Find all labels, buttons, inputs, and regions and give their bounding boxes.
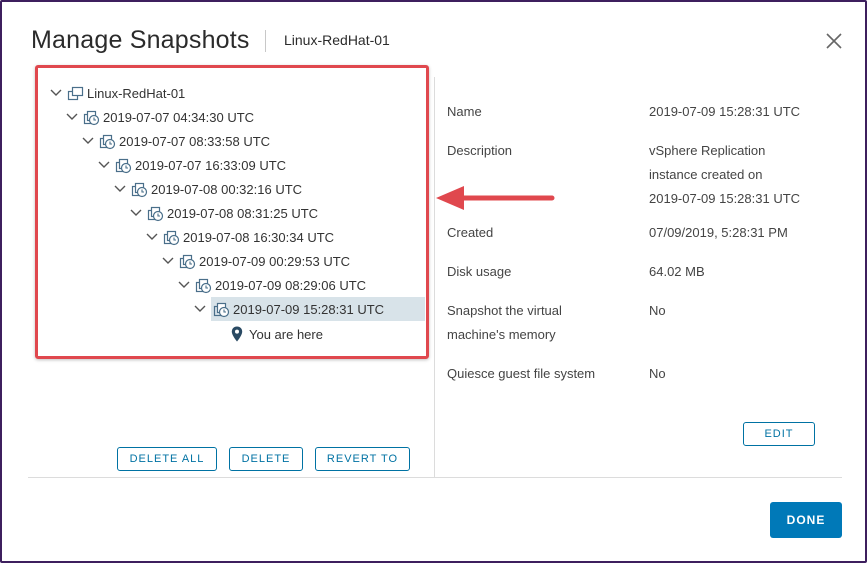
- done-button[interactable]: DONE: [770, 502, 842, 538]
- description-value-line2: instance created on: [649, 167, 763, 182]
- description-value-line1: vSphere Replication: [649, 143, 766, 158]
- created-label: Created: [447, 225, 494, 240]
- title-separator: [265, 30, 266, 52]
- delete-all-button[interactable]: DELETE ALL: [117, 447, 217, 471]
- manage-snapshots-dialog: Manage Snapshots Linux-RedHat-01 Linux-R…: [0, 0, 867, 563]
- dialog-title: Manage Snapshots: [31, 26, 250, 54]
- revert-to-button[interactable]: REVERT TO: [315, 447, 410, 471]
- quiesce-value: No: [649, 366, 666, 381]
- memory-label-line1: Snapshot the virtual: [447, 303, 562, 318]
- annotation-arrow-icon: [436, 186, 555, 210]
- edit-button[interactable]: EDIT: [743, 422, 815, 446]
- memory-value: No: [649, 303, 666, 318]
- disk-usage-label: Disk usage: [447, 264, 512, 279]
- footer-divider: [28, 477, 842, 478]
- tree-highlight-annotation: [35, 65, 429, 359]
- quiesce-label: Quiesce guest file system: [447, 366, 596, 381]
- name-value: 2019-07-09 15:28:31 UTC: [649, 104, 801, 119]
- delete-button[interactable]: DELETE: [229, 447, 303, 471]
- vm-name-subtitle: Linux-RedHat-01: [284, 32, 390, 48]
- memory-label-line2: machine's memory: [447, 327, 556, 342]
- disk-usage-value: 64.02 MB: [649, 264, 705, 279]
- created-value: 07/09/2019, 5:28:31 PM: [649, 225, 788, 240]
- name-label: Name: [447, 104, 482, 119]
- pane-divider: [434, 77, 435, 477]
- description-label: Description: [447, 143, 513, 158]
- description-value-line3: 2019-07-09 15:28:31 UTC: [649, 191, 801, 206]
- close-icon[interactable]: [824, 31, 844, 51]
